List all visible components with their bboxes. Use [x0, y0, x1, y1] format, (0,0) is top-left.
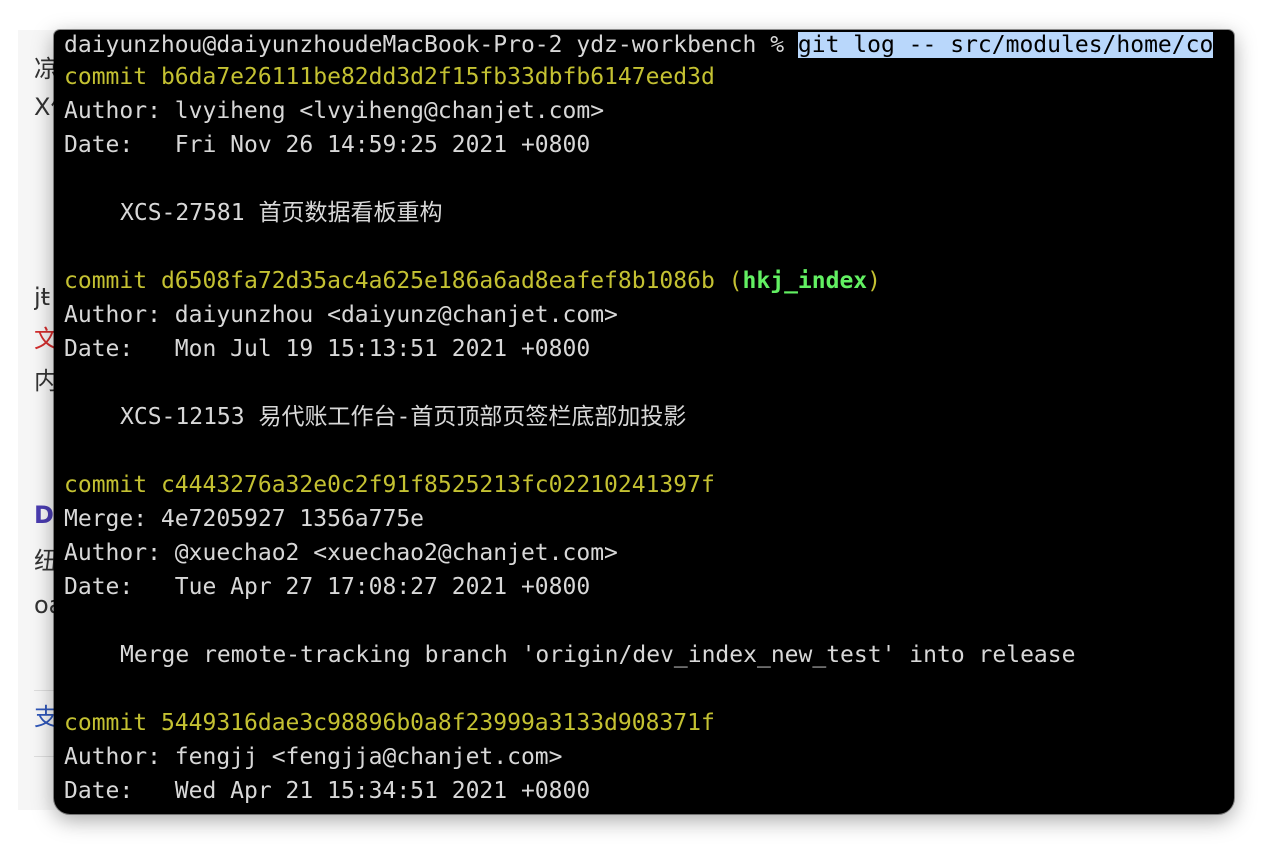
- command-line: daiyunzhou@daiyunzhoudeMacBook-Pro-2 ydz…: [64, 30, 1234, 60]
- commit-label: commit: [64, 64, 161, 90]
- ref-paren-close: ): [867, 268, 882, 294]
- date-line: Date: Tue Apr 27 17:08:27 2021 +0800: [64, 574, 591, 600]
- date-line: Date: Wed Apr 21 15:34:51 2021 +0800: [64, 778, 591, 804]
- commit-label: commit: [64, 268, 161, 294]
- commit-line: commit 5449316dae3c98896b0a8f23999a3133d…: [64, 706, 1234, 740]
- date-line: Date: Fri Nov 26 14:59:25 2021 +0800: [64, 132, 591, 158]
- terminal-window[interactable]: daiyunzhou@daiyunzhoudeMacBook-Pro-2 ydz…: [54, 30, 1234, 814]
- selected-command[interactable]: git log -- src/modules/home/co: [797, 32, 1214, 58]
- commit-label: commit: [64, 472, 161, 498]
- branch-ref: hkj_index: [742, 268, 868, 294]
- commit-hash: c4443276a32e0c2f91f8525213fc02210241397f: [160, 472, 715, 498]
- author-line: Author: @xuechao2 <xuechao2@chanjet.com>: [64, 540, 618, 566]
- shell-prompt: daiyunzhou@daiyunzhoudeMacBook-Pro-2 ydz…: [64, 32, 798, 58]
- ref-paren-open: (: [714, 268, 743, 294]
- commit-hash: b6da7e26111be82dd3d2f15fb33dbfb6147eed3d: [160, 64, 715, 90]
- merge-line: Merge: 4e7205927 1356a775e: [64, 506, 425, 532]
- commit-message: XCS-12153 易代账工作台-首页顶部页签栏底部加投影: [120, 404, 687, 430]
- commit-hash: 5449316dae3c98896b0a8f23999a3133d908371f: [160, 710, 715, 736]
- author-line: Author: lvyiheng <lvyiheng@chanjet.com>: [64, 98, 605, 124]
- terminal-output: daiyunzhou@daiyunzhoudeMacBook-Pro-2 ydz…: [64, 30, 1234, 808]
- commit-message: XCS-27581 首页数据看板重构: [120, 200, 443, 226]
- date-line: Date: Mon Jul 19 15:13:51 2021 +0800: [64, 336, 591, 362]
- commit-message: Merge remote-tracking branch 'origin/dev…: [120, 642, 1076, 668]
- author-line: Author: daiyunzhou <daiyunz@chanjet.com>: [64, 302, 618, 328]
- commit-label: commit: [64, 710, 161, 736]
- commit-hash: d6508fa72d35ac4a625e186a6ad8eafef8b1086b: [160, 268, 715, 294]
- commit-line: commit c4443276a32e0c2f91f8525213fc02210…: [64, 468, 1234, 502]
- commit-line: commit d6508fa72d35ac4a625e186a6ad8eafef…: [64, 264, 1234, 298]
- author-line: Author: fengjj <fengjja@chanjet.com>: [64, 744, 563, 770]
- commit-line: commit b6da7e26111be82dd3d2f15fb33dbfb61…: [64, 60, 1234, 94]
